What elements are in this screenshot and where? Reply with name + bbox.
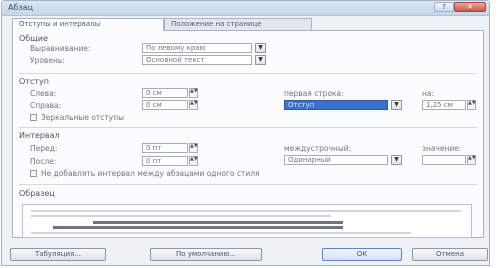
level-label: Уровень:: [30, 56, 65, 65]
line-spacing-label: междустрочный:: [284, 144, 352, 153]
level-select[interactable]: Основной текст: [142, 55, 252, 65]
first-line-select[interactable]: Отступ: [284, 100, 388, 110]
preview-heading: Образец: [19, 189, 55, 198]
by-input[interactable]: 1,25 см: [422, 100, 466, 110]
by-label: на:: [422, 89, 435, 98]
dialog-title: Абзац: [8, 3, 34, 12]
separator: [19, 73, 477, 74]
line-spacing-dropdown-icon[interactable]: ▼: [391, 155, 402, 165]
cancel-button[interactable]: Отмена: [412, 248, 488, 261]
left-indent-label: Слева:: [30, 89, 57, 98]
preview-line: [31, 215, 331, 217]
alignment-select[interactable]: По левому краю: [142, 43, 252, 53]
right-indent-spinner-icon[interactable]: ▲▼: [189, 100, 198, 110]
tab-indents-spacing[interactable]: Отступы и интервалы: [12, 18, 164, 31]
first-line-dropdown-icon[interactable]: ▼: [391, 100, 402, 110]
separator: [19, 184, 477, 185]
by-spinner-icon[interactable]: ▲▼: [467, 100, 476, 110]
title-bar: Абзац ? ✕: [2, 1, 489, 16]
right-indent-input[interactable]: 0 см: [142, 100, 188, 110]
alignment-label: Выравнивание:: [30, 44, 91, 53]
mirror-indents-checkbox[interactable]: [30, 114, 37, 121]
after-label: После:: [30, 157, 57, 166]
before-spinner-icon[interactable]: ▲▼: [189, 143, 198, 153]
set-default-button[interactable]: По умолчанию...: [150, 248, 262, 261]
preview-line: [31, 232, 411, 234]
before-input[interactable]: 0 пт: [142, 143, 188, 153]
preview-line: [53, 226, 343, 229]
ok-button[interactable]: ОК: [322, 248, 402, 261]
spacing-value-label: значение:: [422, 144, 462, 153]
left-indent-spinner-icon[interactable]: ▲▼: [189, 88, 198, 98]
spacing-value-input[interactable]: [422, 155, 466, 165]
indent-heading: Отступ: [19, 77, 49, 86]
close-button[interactable]: ✕: [454, 2, 486, 12]
level-dropdown-icon[interactable]: ▼: [255, 55, 266, 65]
tab-line-page-breaks[interactable]: Положение на странице: [164, 18, 312, 30]
help-button[interactable]: ?: [434, 2, 454, 12]
separator: [19, 127, 477, 128]
no-space-checkbox[interactable]: [30, 170, 37, 177]
after-input[interactable]: 0 пт: [142, 156, 188, 166]
after-spinner-icon[interactable]: ▲▼: [189, 156, 198, 166]
general-heading: Общие: [19, 34, 48, 43]
alignment-dropdown-icon[interactable]: ▼: [255, 43, 266, 53]
preview-box: [22, 204, 472, 238]
preview-line: [31, 210, 461, 212]
before-label: Перед:: [30, 144, 58, 153]
mirror-indents-label: Зеркальные отступы: [41, 113, 125, 122]
left-indent-input[interactable]: 0 см: [142, 88, 188, 98]
spacing-value-spinner-icon[interactable]: ▲▼: [467, 155, 476, 165]
preview-line: [93, 221, 343, 224]
first-line-label: первая строка:: [284, 89, 344, 98]
line-spacing-select[interactable]: Одинарный: [284, 155, 388, 165]
paragraph-dialog: Абзац ? ✕ Отступы и интервалы Положение …: [1, 0, 490, 266]
spacing-heading: Интервал: [19, 131, 60, 140]
no-space-label: Не добавлять интервал между абзацами одн…: [41, 169, 260, 178]
tabulation-button[interactable]: Табуляция...: [10, 248, 106, 261]
right-indent-label: Справа:: [30, 101, 62, 110]
